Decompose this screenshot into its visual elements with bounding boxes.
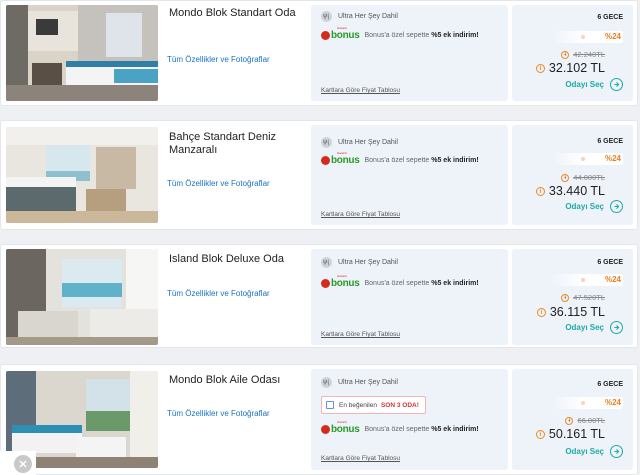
info-icon[interactable]: i (535, 63, 545, 73)
offer-panel: Ultra Her Şey Dahil bonus Garanti Bonus'a… (311, 249, 508, 345)
room-title: Bahçe Standart Deniz Manzaralı (169, 131, 277, 156)
bonus-row: bonus Garanti Bonus'a özel sepette %5 ek … (321, 26, 479, 41)
room-title: Island Blok Deluxe Oda (169, 253, 284, 265)
discount-badge: %24 (551, 153, 623, 165)
board-type: Ultra Her Şey Dahil (338, 13, 398, 20)
thumbs-up-icon (326, 401, 334, 409)
bonus-offer-text: Bonus'a özel sepette %5 ek indirim! (364, 280, 479, 287)
info-icon[interactable]: i (535, 429, 545, 439)
bonus-logo: bonus Garanti (321, 274, 360, 289)
nights-label: 6 GECE (597, 381, 623, 388)
bonus-logo: bonus Garanti (321, 151, 360, 166)
board-row: Ultra Her Şey Dahil (321, 11, 398, 22)
select-room-button[interactable]: Odayı Seç (565, 445, 623, 458)
old-price: i 66.00TL (565, 416, 605, 425)
select-room-button[interactable]: Odayı Seç (565, 321, 623, 334)
price-table-link[interactable]: Kartlara Göre Fiyat Tablosu (321, 331, 400, 338)
board-type: Ultra Her Şey Dahil (338, 139, 398, 146)
discount-badge: %24 (551, 397, 623, 409)
new-price: i 50.161 TL (535, 427, 605, 441)
info-icon[interactable]: i (561, 173, 570, 182)
board-row: Ultra Her Şey Dahil (321, 377, 398, 388)
arrow-right-icon (610, 200, 623, 213)
new-price: i 33.440 TL (535, 184, 605, 198)
bonus-logo: bonus Garanti (321, 26, 360, 41)
features-link[interactable]: Tüm Özellikler ve Fotoğraflar (167, 289, 270, 298)
price-panel: 6 GECE %24 i 47.520TL i 36.115 TL Odayı Se… (512, 249, 633, 345)
price-table-link[interactable]: Kartlara Göre Fiyat Tablosu (321, 211, 400, 218)
popular-badge: En beğenilen SON 3 ODA! (321, 396, 426, 414)
nights-label: 6 GECE (597, 14, 623, 21)
bonus-row: bonus Garanti Bonus'a özel sepette %5 ek … (321, 151, 479, 166)
bonus-offer-text: Bonus'a özel sepette %5 ek indirim! (364, 32, 479, 39)
board-type: Ultra Her Şey Dahil (338, 379, 398, 386)
room-card: Island Blok Deluxe Oda Tüm Özellikler ve… (0, 244, 638, 348)
arrow-right-icon (610, 321, 623, 334)
select-room-button[interactable]: Odayı Seç (565, 200, 623, 213)
room-title: Mondo Blok Standart Oda (169, 7, 296, 19)
new-price: i 32.102 TL (535, 61, 605, 75)
info-icon[interactable]: i (535, 186, 545, 196)
price-table-link[interactable]: Kartlara Göre Fiyat Tablosu (321, 455, 400, 462)
price-panel: 6 GECE %24 i 44.000TL i 33.440 TL Odayı Se… (512, 125, 633, 225)
price-panel: 6 GECE %24 i 42.240TL i 32.102 TL Odayı Se… (512, 5, 633, 101)
bonus-row: bonus Garanti Bonus'a özel sepette %5 ek … (321, 274, 479, 289)
fork-knife-icon (321, 137, 332, 148)
price-panel: 6 GECE %24 i 66.00TL i 50.161 TL Odayı Seç (512, 369, 633, 470)
nights-label: 6 GECE (597, 138, 623, 145)
discount-badge: %24 (551, 31, 623, 43)
room-card: Bahçe Standart Deniz Manzaralı Tüm Özell… (0, 120, 638, 230)
offer-panel: Ultra Her Şey Dahil bonus Garanti Bonus'a… (311, 125, 508, 225)
new-price: i 36.115 TL (536, 305, 605, 319)
old-price: i 42.240TL (561, 50, 605, 59)
bonus-logo: bonus Garanti (321, 420, 360, 435)
old-price: i 44.000TL (561, 173, 605, 182)
features-link[interactable]: Tüm Özellikler ve Fotoğraflar (167, 179, 270, 188)
select-room-button[interactable]: Odayı Seç (565, 78, 623, 91)
bonus-offer-text: Bonus'a özel sepette %5 ek indirim! (364, 157, 479, 164)
room-photo[interactable] (6, 249, 158, 345)
info-icon[interactable]: i (561, 293, 570, 302)
discount-badge: %24 (551, 274, 623, 286)
price-table-link[interactable]: Kartlara Göre Fiyat Tablosu (321, 87, 400, 94)
fork-knife-icon (321, 257, 332, 268)
board-row: Ultra Her Şey Dahil (321, 257, 398, 268)
board-type: Ultra Her Şey Dahil (338, 259, 398, 266)
bonus-row: bonus Garanti Bonus'a özel sepette %5 ek … (321, 420, 479, 435)
room-card: Mondo Blok Standart Oda Tüm Özellikler v… (0, 0, 638, 106)
close-icon[interactable]: ✕ (14, 455, 32, 473)
bonus-offer-text: Bonus'a özel sepette %5 ek indirim! (364, 426, 479, 433)
room-photo[interactable] (6, 5, 158, 101)
info-icon[interactable]: i (536, 307, 546, 317)
room-photo[interactable] (6, 127, 158, 223)
nights-label: 6 GECE (597, 259, 623, 266)
room-card: Mondo Blok Aile Odası Tüm Özellikler ve … (0, 364, 638, 475)
features-link[interactable]: Tüm Özellikler ve Fotoğraflar (167, 55, 270, 64)
offer-panel: Ultra Her Şey Dahil En beğenilen SON 3 O… (311, 369, 508, 470)
offer-panel: Ultra Her Şey Dahil bonus Garanti Bonus'a… (311, 5, 508, 101)
arrow-right-icon (610, 78, 623, 91)
fork-knife-icon (321, 377, 332, 388)
features-link[interactable]: Tüm Özellikler ve Fotoğraflar (167, 409, 270, 418)
info-icon[interactable]: i (565, 416, 574, 425)
arrow-right-icon (610, 445, 623, 458)
board-row: Ultra Her Şey Dahil (321, 137, 398, 148)
old-price: i 47.520TL (561, 293, 605, 302)
room-title: Mondo Blok Aile Odası (169, 374, 281, 386)
fork-knife-icon (321, 11, 332, 22)
info-icon[interactable]: i (561, 50, 570, 59)
